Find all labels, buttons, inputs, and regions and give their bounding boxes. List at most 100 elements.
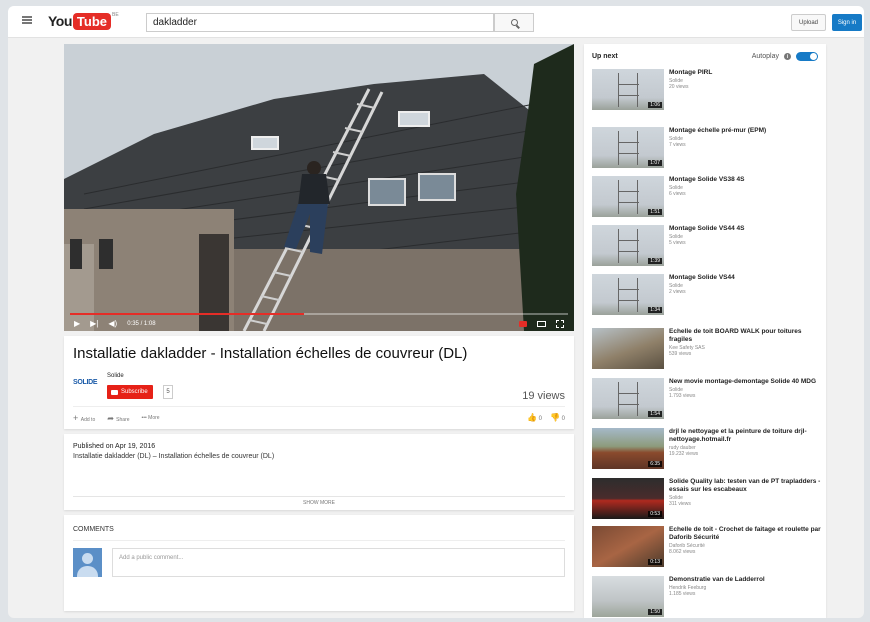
video-thumbnail[interactable]: 1:06 xyxy=(592,69,664,110)
related-video-item[interactable]: 0:13 Echelle de toit - Crochet de faitage… xyxy=(592,526,822,570)
search-input[interactable]: dakladder xyxy=(146,13,494,32)
video-thumbnail[interactable]: 1:39 xyxy=(592,225,664,266)
related-video-item[interactable]: 1:50 Demonstratie van de Ladderrol Hendrik… xyxy=(592,576,822,618)
duration-badge: 1:50 xyxy=(648,609,662,615)
description-text: Installatie dakladder (DL) – Installatio… xyxy=(73,453,275,460)
info-icon[interactable]: i xyxy=(784,53,791,60)
fullscreen-icon[interactable] xyxy=(556,320,564,328)
related-video-item[interactable]: 1:34 Montage Solide VS44 Solide 2 views xyxy=(592,274,822,318)
divider xyxy=(73,406,565,407)
related-video-item[interactable]: Echelle de toit BOARD WALK pour toitures… xyxy=(592,328,822,372)
scaffold-graphic xyxy=(618,382,639,416)
related-video-item[interactable]: 1:06 Montage PIRL Solide 20 views xyxy=(592,69,822,113)
up-next-title: Up next xyxy=(592,53,618,60)
play-icon[interactable]: ▶ xyxy=(74,320,80,328)
view-count: 20 views xyxy=(669,84,689,91)
search-button[interactable] xyxy=(494,13,534,32)
video-meta: Montage Solide VS38 4S Solide 6 views xyxy=(669,176,822,197)
comments-title: COMMENTS xyxy=(73,526,114,533)
video-thumbnail[interactable] xyxy=(592,328,664,369)
related-video-item[interactable]: 1:51 Montage Solide VS38 4S Solide 6 views xyxy=(592,176,822,220)
thumbs-up-icon: 👍 xyxy=(527,413,537,422)
logo-you-text: You xyxy=(48,13,72,29)
video-meta: Montage Solide VS44 Solide 2 views xyxy=(669,274,822,295)
video-thumbnail[interactable]: 1:34 xyxy=(592,274,664,315)
video-meta: Montage PIRL Solide 20 views xyxy=(669,69,822,90)
sign-in-button[interactable]: Sign in xyxy=(832,14,862,31)
player-controls: ▶ ▶| ◀) 0:35 / 1:08 xyxy=(64,317,574,331)
video-thumbnail[interactable]: 6:35 xyxy=(592,428,664,469)
comment-input[interactable]: Add a public comment... xyxy=(112,548,565,577)
video-title-link[interactable]: Echelle de toit BOARD WALK pour toitures… xyxy=(669,328,822,344)
duration-badge: 1:06 xyxy=(648,102,662,108)
video-thumbnail[interactable]: 1:50 xyxy=(592,576,664,617)
view-count: 2 views xyxy=(669,289,686,296)
next-icon[interactable]: ▶| xyxy=(90,320,98,328)
channel-name[interactable]: Solide xyxy=(107,373,124,379)
logo-tube-text: Tube xyxy=(72,12,111,30)
related-video-item[interactable]: 1:07 Montage échelle pré-mur (EPM) Solide 7… xyxy=(592,127,822,171)
progress-bar[interactable] xyxy=(70,313,568,315)
video-title-link[interactable]: Montage Solide VS44 xyxy=(669,274,822,282)
theater-mode-icon[interactable] xyxy=(537,321,546,327)
dislike-count: 0 xyxy=(561,416,565,422)
duration-badge: 0:53 xyxy=(648,511,662,517)
dislike-button[interactable]: 👎 0 xyxy=(550,413,565,422)
more-button[interactable]: ••• More xyxy=(142,415,160,421)
divider xyxy=(73,496,565,497)
video-title-link[interactable]: Montage PIRL xyxy=(669,69,822,77)
view-count: 6 views xyxy=(669,191,686,198)
show-more-button[interactable]: SHOW MORE xyxy=(64,500,574,506)
like-dislike: 👍 0 👎 0 xyxy=(527,413,565,422)
view-count: 539 views xyxy=(669,351,692,358)
related-video-item[interactable]: 1:54 New movie montage-demontage Solide 4… xyxy=(592,378,822,422)
video-title-link[interactable]: Montage échelle pré-mur (EPM) xyxy=(669,127,822,135)
video-meta: Solide Quality lab: testen van de PT tra… xyxy=(669,478,822,507)
related-video-item[interactable]: 1:39 Montage Solide VS44 4S Solide 5 views xyxy=(592,225,822,269)
menu-icon[interactable] xyxy=(22,16,32,24)
view-count: 19 views xyxy=(522,390,565,402)
share-button[interactable]: ➦ Share xyxy=(107,414,129,423)
scaffold-graphic xyxy=(618,73,639,107)
autoplay-toggle[interactable] xyxy=(796,52,818,61)
view-count: 5 views xyxy=(669,240,686,247)
action-row: + Add to ➦ Share ••• More xyxy=(73,413,160,423)
channel-logo[interactable]: SOLIDE xyxy=(73,379,98,386)
view-count: 1.793 views xyxy=(669,393,696,400)
video-thumbnail[interactable]: 0:13 xyxy=(592,526,664,567)
duration-badge: 1:54 xyxy=(648,411,662,417)
video-title-link[interactable]: New movie montage-demontage Solide 40 MD… xyxy=(669,378,822,386)
video-title: Installatie dakladder - Installation éch… xyxy=(73,345,468,362)
video-meta: Echelle de toit - Crochet de faitage et … xyxy=(669,526,822,555)
add-to-button[interactable]: + Add to xyxy=(73,413,95,423)
upload-button[interactable]: Upload xyxy=(791,14,826,31)
subscribe-button[interactable]: Subscribe xyxy=(107,385,153,399)
more-label: More xyxy=(148,415,160,421)
video-meta: Demonstratie van de Ladderrol Hendrik Fee… xyxy=(669,576,822,597)
scaffold-graphic xyxy=(618,278,639,312)
video-meta: Echelle de toit BOARD WALK pour toitures… xyxy=(669,328,822,357)
video-title-link[interactable]: Solide Quality lab: testen van de PT tra… xyxy=(669,478,822,494)
view-count: 8.062 views xyxy=(669,549,696,556)
add-to-label: Add to xyxy=(80,417,96,423)
video-title-link[interactable]: Montage Solide VS44 4S xyxy=(669,225,822,233)
related-video-item[interactable]: 0:53 Solide Quality lab: testen van de PT… xyxy=(592,478,822,522)
browser-frame: You Tube BE dakladder Upload Sign in ▶ ▶… xyxy=(8,6,864,618)
video-title-link[interactable]: Demonstratie van de Ladderrol xyxy=(669,576,822,584)
video-thumbnail[interactable]: 1:54 xyxy=(592,378,664,419)
subscriber-count: 5 xyxy=(163,385,173,399)
related-video-item[interactable]: 6:35 drjl le nettoyage et la peinture de … xyxy=(592,428,822,472)
youtube-logo[interactable]: You Tube BE xyxy=(48,12,119,30)
volume-icon[interactable]: ◀) xyxy=(108,320,117,328)
video-thumbnail[interactable]: 1:07 xyxy=(592,127,664,168)
divider xyxy=(73,540,565,541)
video-thumbnail[interactable]: 0:53 xyxy=(592,478,664,519)
video-title-link[interactable]: drjl le nettoyage et la peinture de toit… xyxy=(669,428,822,444)
like-button[interactable]: 👍 0 xyxy=(527,413,542,422)
video-player[interactable]: ▶ ▶| ◀) 0:35 / 1:08 xyxy=(64,44,574,331)
comments-card: COMMENTS Add a public comment... xyxy=(64,515,574,611)
video-thumbnail[interactable]: 1:51 xyxy=(592,176,664,217)
settings-icon[interactable] xyxy=(519,321,527,327)
video-title-link[interactable]: Montage Solide VS38 4S xyxy=(669,176,822,184)
video-title-link[interactable]: Echelle de toit - Crochet de faitage et … xyxy=(669,526,822,542)
